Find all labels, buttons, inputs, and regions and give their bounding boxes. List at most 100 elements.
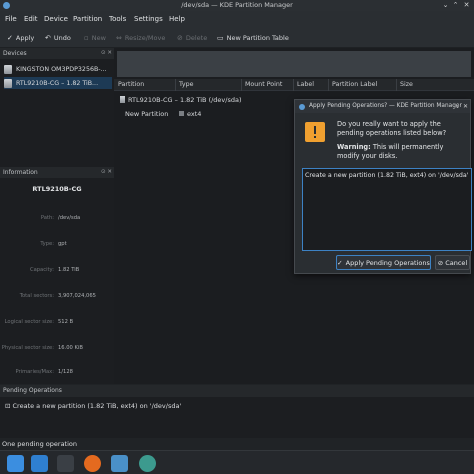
info-label: Type: [40,241,54,247]
undo-button[interactable]: ↶ Undo [45,33,71,43]
apply-button[interactable]: ✓ Apply [7,33,34,43]
info-value: /dev/sda [58,215,81,221]
undo-label: Undo [53,34,71,42]
maximize-icon[interactable]: ⌃ [452,2,459,9]
type-cell: ext4 [179,110,201,118]
warning-bold: Warning: [337,143,371,151]
menu-device[interactable]: Device [44,15,68,23]
drive-icon [4,78,12,88]
info-value: 16.00 KiB [58,345,83,351]
left-panel: Devices ⊙ ✕ KINGSTON OM3PDP3256B-... RTL… [0,48,114,384]
column-divider [241,79,242,91]
system-settings-icon[interactable] [57,455,74,472]
pending-operation-text: Create a new partition (1.82 TiB, ext4) … [12,402,182,410]
checkmark-icon: ✓ [7,34,13,42]
column-partition-label[interactable]: Partition Label [332,81,377,88]
device-item-rtl9210b[interactable]: RTL9210B-CG – 1.82 TiB... [4,77,112,89]
column-divider [293,79,294,91]
menu-bar: File Edit Device Partition Tools Setting… [0,11,474,28]
taskbar [0,450,474,474]
info-value: 1/128 [58,369,73,375]
cancel-button-label: Cancel [445,258,468,267]
menu-tools[interactable]: Tools [109,15,126,23]
close-icon[interactable]: ✕ [463,2,470,9]
menu-partition[interactable]: Partition [73,15,102,23]
pending-operation-item[interactable]: ⊡ Create a new partition (1.82 TiB, ext4… [5,402,181,410]
partition-cell: New Partition [125,110,169,118]
new-table-label: New Partition Table [226,34,289,42]
file-manager-icon[interactable] [111,455,128,472]
resize-icon: ⇔ [116,34,122,42]
apply-button-label: Apply Pending Operations [345,258,430,267]
cancel-icon: ⊘ [437,258,444,267]
menu-edit[interactable]: Edit [24,15,38,23]
info-value: 1.82 TiB [58,267,80,273]
information-title: Information [3,169,38,176]
new-button[interactable]: ▫ New [84,33,106,43]
apply-pending-operations-button[interactable]: ✓ Apply Pending Operations [336,255,431,270]
firefox-icon[interactable] [84,455,101,472]
operations-list[interactable]: Create a new partition (1.82 TiB, ext4) … [302,168,472,251]
panel-controls[interactable]: ⊙ ✕ [101,167,112,178]
info-label: Total sectors: [19,293,54,299]
info-value: 3,907,024,065 [58,293,96,299]
partition-manager-icon [299,104,305,110]
apply-operations-dialog: Apply Pending Operations? — KDE Partitio… [294,99,472,274]
chevron-down-icon[interactable]: ⌄ [455,100,460,113]
partition-manager-icon[interactable] [139,455,156,472]
panel-controls[interactable]: ⊙ ✕ [101,48,112,59]
resize-move-button[interactable]: ⇔ Resize/Move [116,33,165,43]
window-titlebar: /dev/sda — KDE Partition Manager ⌄ ⌃ ✕ [0,0,474,11]
undo-icon: ↶ [45,34,51,42]
information-header: Information ⊙ ✕ [0,167,114,178]
checkmark-icon: ✓ [337,258,343,267]
window-title: /dev/sda — KDE Partition Manager [181,1,293,9]
main-toolbar: ✓ Apply ↶ Undo ▫ New ⇔ Resize/Move ⊘ Del… [0,28,474,48]
delete-label: Delete [185,34,208,42]
pending-operations-header: Pending Operations [0,385,474,397]
cancel-button[interactable]: ⊘ Cancel [435,255,470,270]
filesystem-color-swatch [179,111,184,116]
info-label: Capacity: [29,267,54,273]
pending-operations-panel: Pending Operations ⊡ Create a new partit… [0,385,474,438]
menu-settings[interactable]: Settings [134,15,163,23]
info-label: Path: [40,215,54,221]
drive-icon [4,64,12,74]
discover-icon[interactable] [31,455,48,472]
info-label: Logical sector size: [4,319,54,325]
partition-graph-bar[interactable] [117,51,471,77]
dialog-question: Do you really want to apply the pending … [337,120,447,137]
dialog-warning: Warning: This will permanently modify yo… [337,143,467,161]
menu-help[interactable]: Help [169,15,185,23]
menu-file[interactable]: File [5,15,17,23]
new-partition-table-button[interactable]: ▭ New Partition Table [217,33,289,43]
type-text: ext4 [187,110,202,118]
column-size[interactable]: Size [400,81,413,88]
device-label: RTL9210B-CG – 1.82 TiB... [16,79,99,87]
new-label: New [91,34,106,42]
column-partition[interactable]: Partition [118,81,144,88]
apply-label: Apply [15,34,35,42]
column-mount-point[interactable]: Mount Point [245,81,282,88]
partition-table-header: Partition Type Mount Point Label Partiti… [114,79,474,91]
column-divider [396,79,397,91]
devices-title: Devices [3,50,27,57]
column-divider [328,79,329,91]
close-icon[interactable]: ✕ [463,100,468,113]
dialog-titlebar: Apply Pending Operations? — KDE Partitio… [295,100,470,113]
device-item-kingston[interactable]: KINGSTON OM3PDP3256B-... [4,63,112,75]
minimize-icon[interactable]: ⌄ [442,2,449,9]
device-row-text: RTL9210B-CG – 1.82 TiB (/dev/sda) [128,96,242,104]
new-table-icon: ▭ [217,34,224,42]
info-device-name: RTL9210B-CG [32,185,82,193]
info-value: 512 B [58,319,74,325]
new-document-icon: ▫ [84,34,89,42]
column-label[interactable]: Label [297,81,314,88]
operation-list-item[interactable]: Create a new partition (1.82 TiB, ext4) … [305,172,469,179]
app-launcher-icon[interactable] [7,455,24,472]
dialog-title: Apply Pending Operations? — KDE Partitio… [309,103,462,109]
delete-button[interactable]: ⊘ Delete [177,33,207,43]
column-type[interactable]: Type [179,81,193,88]
device-label: KINGSTON OM3PDP3256B-... [16,65,107,73]
warning-icon [305,122,325,142]
